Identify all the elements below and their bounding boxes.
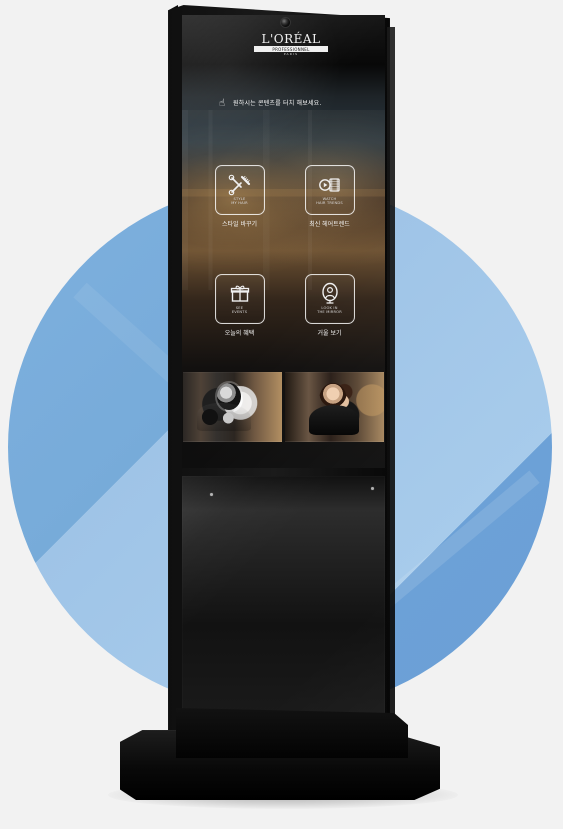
menu-tile-events[interactable]: SEE EVENTS 오늘의 혜택 [212,274,267,346]
touch-prompt: ☝ 원하시는 콘텐츠를 터치 해보세요. [216,97,362,111]
touch-icon: ☝ [218,98,226,109]
brand-logo: L'ORÉAL PROFESSIONNEL PARIS [254,33,328,57]
video-thumbnail-right[interactable] [285,372,384,442]
menu-tile-label: 오늘의 혜택 [224,330,255,337]
menu-tile-english: SEE EVENTS [231,306,248,315]
touch-prompt-text: 원하시는 콘텐츠를 터치 해보세요. [233,100,322,107]
menu-tile-english: STYLE MY HAIR [231,197,248,206]
mirror-user-icon [318,282,342,306]
menu-tile-english: WATCH HAIR TRENDS [316,197,343,206]
menu-tile-english: LOOK IN THE MIRROR [317,306,342,315]
brand-title: L'ORÉAL [261,32,321,46]
menu-tile-box[interactable]: WATCH HAIR TRENDS [304,165,355,215]
video-icon [318,173,342,197]
screw-icon [371,487,374,490]
menu-tile-hair-trends[interactable]: WATCH HAIR TRENDS 최신 헤어트렌드 [302,165,357,237]
gift-icon [228,282,252,306]
menu-tile-style-hair[interactable]: STYLE MY HAIR 스타일 바꾸기 [212,165,267,237]
kiosk-screen: L'ORÉAL PROFESSIONNEL PARIS ☝ 원하시는 콘텐츠를 … [182,15,385,468]
menu-tile-label: 스타일 바꾸기 [221,221,258,228]
brand-city: PARIS [283,52,299,56]
stand-base-top [176,708,408,758]
screw-icon [210,493,213,496]
video-thumbnail-left[interactable] [183,372,282,442]
scissors-comb-icon [228,173,252,197]
camera-icon [281,18,290,27]
menu-tile-box[interactable]: STYLE MY HAIR [214,165,265,215]
menu-tile-label: 거울 보기 [317,330,342,337]
kiosk-side-edge [387,27,395,751]
menu-tile-box[interactable]: SEE EVENTS [214,274,265,324]
scene: L'ORÉAL PROFESSIONNEL PARIS ☝ 원하시는 콘텐츠를 … [0,0,563,829]
menu-tile-mirror[interactable]: LOOK IN THE MIRROR 거울 보기 [302,274,357,346]
menu-tile-label: 최신 헤어트렌드 [309,221,350,228]
video-strip [182,372,385,442]
menu-tile-box[interactable]: LOOK IN THE MIRROR [304,274,355,324]
